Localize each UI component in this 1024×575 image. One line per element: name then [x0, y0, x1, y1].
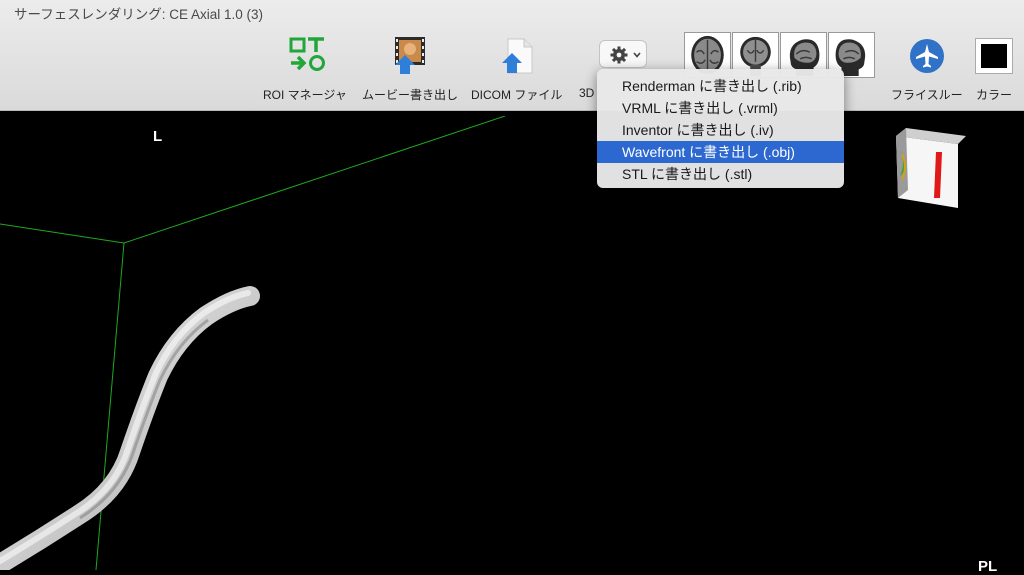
movie-export-button[interactable]: ムービー書き出し	[362, 86, 458, 103]
roi-manager-button[interactable]: ROI マネージャ	[263, 86, 347, 103]
dicom-file-button[interactable]: DICOM ファイル	[471, 86, 562, 103]
vessel-surface-render	[0, 286, 260, 570]
orientation-cube[interactable]	[892, 128, 970, 210]
gear-icon	[610, 46, 628, 64]
color-swatch	[981, 44, 1007, 68]
menu-item-wavefront[interactable]: Wavefront に書き出し (.obj)	[597, 141, 844, 163]
color-button[interactable]: カラー	[976, 86, 1012, 103]
menu-item-vrml[interactable]: VRML に書き出し (.vrml)	[597, 97, 844, 119]
menu-item-renderman[interactable]: Renderman に書き出し (.rib)	[597, 75, 844, 97]
chevron-down-icon	[633, 52, 641, 58]
color-well[interactable]	[975, 38, 1013, 74]
orientation-label-bottom-right: PL	[978, 558, 998, 575]
dicom-file-icon[interactable]	[500, 37, 534, 75]
export-menu-button[interactable]	[599, 40, 647, 68]
menu-item-inventor[interactable]: Inventor に書き出し (.iv)	[597, 119, 844, 141]
threed-button[interactable]: 3D	[579, 86, 594, 100]
flythrough-button[interactable]: フライスルー	[891, 86, 963, 103]
toolbar: サーフェスレンダリング: CE Axial 1.0 (3) ROI マネージャ …	[0, 0, 1024, 111]
window-title: サーフェスレンダリング: CE Axial 1.0 (3)	[14, 7, 263, 22]
render-viewport[interactable]: L PL	[0, 116, 1024, 575]
roi-manager-icon[interactable]	[288, 36, 328, 74]
airplane-icon[interactable]	[909, 38, 945, 74]
orientation-label-top: L	[153, 128, 163, 145]
movie-export-icon[interactable]	[391, 35, 429, 75]
export-menu: Renderman に書き出し (.rib) VRML に書き出し (.vrml…	[597, 69, 844, 188]
menu-item-stl[interactable]: STL に書き出し (.stl)	[597, 163, 844, 185]
